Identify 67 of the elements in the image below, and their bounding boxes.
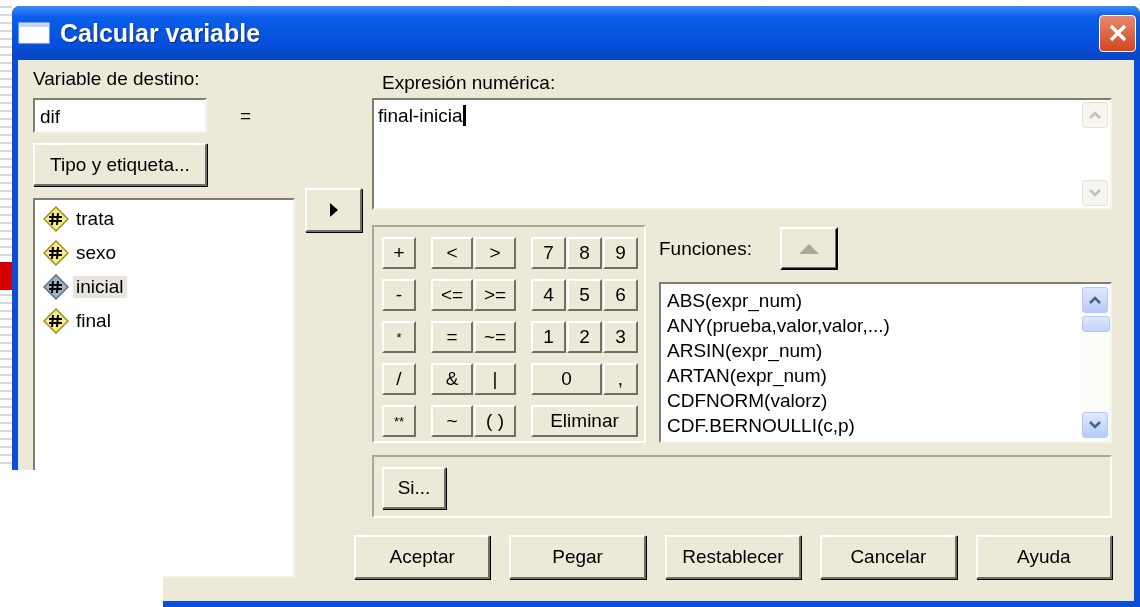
keypad-key[interactable]: + [382,237,416,269]
keypad-key[interactable]: <= [431,279,473,311]
function-item[interactable]: CDF.BERNOULLI(c,p) [667,413,1074,438]
keypad-key[interactable]: 4 [531,279,566,311]
keypad-key[interactable]: >= [474,279,516,311]
keypad-key[interactable]: 8 [567,237,602,269]
insert-function-button[interactable] [779,227,838,270]
functions-label: Funciones: [659,237,752,260]
keypad-key[interactable]: 5 [567,279,602,311]
keypad-key[interactable]: 7 [531,237,566,269]
keypad-key[interactable]: > [474,237,516,269]
window-title: Calcular variable [60,18,262,48]
dialog-button[interactable]: Ayuda [975,535,1113,579]
function-item[interactable]: ARSIN(expr_num) [667,338,1074,363]
numeric-variable-icon [43,274,69,300]
numeric-variable-icon [43,240,69,266]
window-icon [18,22,50,44]
field-label: Expresión numérica: [381,72,557,94]
keypad-key[interactable]: 2 [567,321,602,353]
field-label: Variable de destino: [33,68,201,90]
variable-item[interactable]: inicial [73,276,127,298]
variable-item[interactable]: final [73,310,114,332]
triangle-up-icon [798,243,819,254]
dialog-button[interactable]: Restablecer [664,535,802,579]
keypad-key[interactable]: * [382,321,416,353]
dialog-button[interactable]: Aceptar [354,535,491,579]
keypad-key[interactable]: 0 [531,363,602,395]
close-button[interactable] [1099,14,1136,52]
keypad-key[interactable]: ~= [474,321,516,353]
keypad-key[interactable]: ** [382,405,416,437]
keypad-key[interactable]: Eliminar [531,405,638,437]
scroll-thumb[interactable] [1082,316,1110,332]
function-item[interactable]: ARTAN(expr_num) [667,363,1074,388]
keypad-key[interactable]: , [603,363,638,395]
scroll-up-button[interactable] [1082,287,1108,313]
keypad-key[interactable]: = [431,321,473,353]
move-button[interactable] [305,188,362,232]
close-icon [1107,23,1128,43]
play-icon [328,203,339,217]
variable-item[interactable]: trata [73,208,118,230]
slide-accent-bar [0,262,12,290]
numeric-variable-icon [43,308,69,334]
keypad-key[interactable]: 3 [603,321,638,353]
numeric-variable-icon [43,206,69,232]
function-item[interactable]: ANY(prueba,valor,valor,...) [667,313,1074,338]
scroll-down-button[interactable] [1082,412,1108,438]
equals-sign: = [240,104,252,127]
if-button[interactable]: Si... [382,467,446,509]
keypad-key[interactable]: < [431,237,473,269]
keypad-key[interactable]: | [474,363,516,395]
keypad-key[interactable]: & [431,363,473,395]
type-label-button[interactable]: Tipo y etiqueta... [33,143,207,186]
keypad-key[interactable]: ( ) [474,405,516,437]
keypad-key[interactable]: 6 [603,279,638,311]
keypad-key[interactable]: 1 [531,321,566,353]
function-item[interactable]: ABS(expr_num) [667,288,1074,313]
function-item[interactable]: CDFNORM(valorz) [667,388,1074,413]
keypad-key[interactable]: ~ [431,405,473,437]
variable-item[interactable]: sexo [73,242,120,264]
keypad-key[interactable]: / [382,363,416,395]
chevron-down-icon [1088,420,1102,430]
keypad-key[interactable]: 9 [603,237,638,269]
dialog-button[interactable]: Cancelar [820,535,957,579]
keypad-key[interactable]: - [382,279,416,311]
dialog-button[interactable]: Pegar [509,535,646,579]
target-variable-field[interactable]: dif [33,98,207,133]
chevron-up-icon [1088,295,1102,305]
